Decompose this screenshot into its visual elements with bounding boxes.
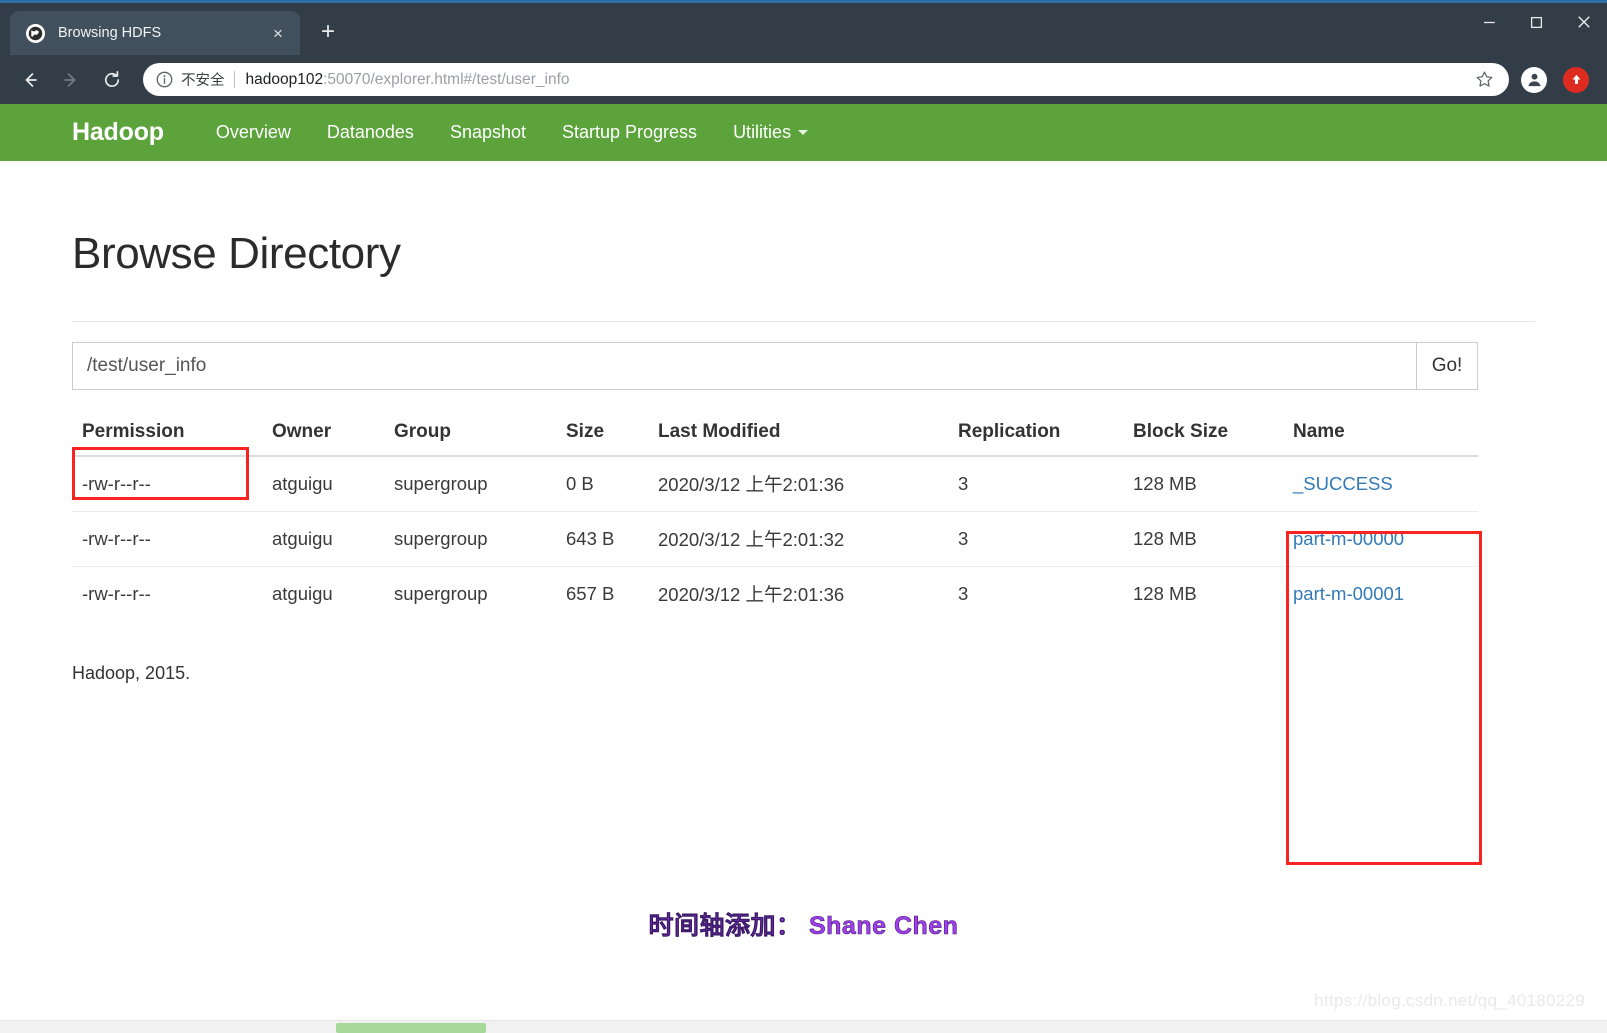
url-host: hadoop102 [245, 70, 324, 88]
minimize-window-button[interactable] [1466, 3, 1513, 41]
back-button-icon[interactable] [12, 62, 48, 98]
table-row: -rw-r--r-- atguigu supergroup 643 B 2020… [72, 511, 1478, 567]
omnibox-divider [233, 71, 235, 88]
annotation-signature: 时间轴添加： Shane Chen [648, 912, 959, 941]
column-header-block-size: Block Size [1123, 412, 1283, 457]
browser-tab[interactable]: Browsing HDFS × [10, 11, 300, 55]
profile-avatar-icon [1521, 66, 1547, 93]
cell-permission: -rw-r--r-- [72, 511, 262, 567]
column-header-permission: Permission [72, 412, 262, 457]
chevron-down-icon [798, 130, 809, 135]
path-input-group: Go! [72, 342, 1478, 390]
cell-last-modified: 2020/3/12 上午2:01:36 [648, 566, 948, 621]
cell-group: supergroup [384, 566, 556, 621]
cell-name: part-m-00000 [1283, 511, 1478, 567]
not-secure-info-icon[interactable] [155, 70, 174, 89]
cell-permission: -rw-r--r-- [82, 473, 151, 494]
column-header-last-modified: Last Modified [648, 412, 948, 457]
cell-name: part-m-00001 [1283, 566, 1478, 621]
page-title: Browse Directory [72, 229, 401, 278]
security-status-text: 不安全 [181, 73, 225, 89]
nav-label: Overview [215, 122, 291, 142]
cell-owner: atguigu [262, 566, 384, 621]
close-tab-icon[interactable]: × [266, 21, 290, 45]
file-link[interactable]: _SUCCESS [1293, 473, 1393, 494]
nav-item-utilities[interactable]: Utilities [715, 122, 826, 143]
maximize-window-button[interactable] [1513, 3, 1560, 41]
forward-button-icon[interactable] [53, 62, 89, 98]
table-head: Permission Owner Group Size Last Modifie… [72, 412, 1478, 457]
new-tab-button[interactable]: + [308, 12, 348, 52]
nav-item-datanodes[interactable]: Datanodes [309, 122, 432, 143]
nav-label: Datanodes [326, 122, 414, 142]
horizontal-scrollbar[interactable] [0, 1020, 1607, 1033]
browser-window: Browsing HDFS × + 不安全 hadoop102:50070/ex… [0, 0, 1607, 1033]
file-link[interactable]: part-m-00001 [1293, 583, 1404, 604]
cell-name: _SUCCESS [1283, 456, 1478, 512]
address-bar[interactable]: 不安全 hadoop102:50070/explorer.html#/test/… [143, 63, 1509, 96]
column-header-size: Size [556, 412, 648, 457]
table-row: -rw-r--r-- atguigu supergroup 0 B 2020/3… [72, 456, 1478, 512]
hadoop-navbar: Hadoop Overview Datanodes Snapshot Start… [0, 104, 1607, 161]
cell-replication: 3 [948, 511, 1123, 567]
directory-path-input[interactable] [72, 342, 1416, 390]
browser-toolbar: 不安全 hadoop102:50070/explorer.html#/test/… [0, 55, 1607, 104]
nav-item-overview[interactable]: Overview [198, 122, 309, 143]
window-accent-line [0, 0, 1607, 3]
column-header-owner: Owner [262, 412, 384, 457]
cell-group: supergroup [394, 473, 488, 494]
page-container: Browse Directory Go! Permission Owner Gr… [0, 229, 1607, 942]
page-footer: Hadoop, 2015. [72, 663, 191, 683]
directory-listing-table: Permission Owner Group Size Last Modifie… [72, 412, 1478, 621]
close-window-button[interactable] [1560, 3, 1607, 41]
nav-label: Snapshot [449, 122, 526, 142]
column-header-group: Group [384, 412, 556, 457]
cell-block-size: 128 MB [1133, 473, 1197, 494]
bookmark-star-icon[interactable] [1471, 67, 1497, 93]
url-text[interactable]: hadoop102:50070/explorer.html#/test/user… [246, 71, 1466, 89]
nav-label: Utilities [733, 122, 792, 142]
table-body: -rw-r--r-- atguigu supergroup 0 B 2020/3… [72, 456, 1478, 621]
cell-size: 0 B [566, 473, 594, 494]
window-controls [1466, 3, 1607, 41]
table-row: -rw-r--r-- atguigu supergroup 657 B 2020… [72, 566, 1478, 621]
csdn-watermark: https://blog.csdn.net/qq_40180229 [1314, 991, 1585, 1010]
cell-group: supergroup [384, 511, 556, 567]
browser-titlebar: Browsing HDFS × + [0, 0, 1607, 55]
cell-owner: atguigu [272, 473, 333, 494]
update-arrow-icon [1563, 66, 1589, 93]
cell-replication: 3 [958, 473, 969, 494]
cell-last-modified: 2020/3/12 上午2:01:32 [648, 511, 948, 567]
nav-label: Startup Progress [562, 122, 698, 142]
file-link[interactable]: part-m-00000 [1293, 528, 1404, 549]
go-button[interactable]: Go! [1416, 342, 1478, 390]
cell-size: 643 B [556, 511, 648, 567]
cell-permission: -rw-r--r-- [72, 566, 262, 621]
cell-owner: atguigu [262, 511, 384, 567]
url-path: :50070/explorer.html#/test/user_info [323, 70, 570, 88]
profile-avatar[interactable] [1517, 63, 1551, 97]
reload-button-icon[interactable] [94, 62, 130, 98]
globe-icon [26, 23, 45, 43]
table-header-row: Permission Owner Group Size Last Modifie… [72, 412, 1478, 457]
update-button[interactable] [1559, 63, 1593, 97]
hadoop-brand[interactable]: Hadoop [72, 118, 164, 147]
cell-block-size: 128 MB [1123, 511, 1283, 567]
title-divider [72, 321, 1535, 322]
cell-size: 657 B [556, 566, 648, 621]
tab-strip: Browsing HDFS × + [0, 0, 348, 55]
cell-block-size: 128 MB [1123, 566, 1283, 621]
page-viewport: Hadoop Overview Datanodes Snapshot Start… [0, 104, 1607, 1033]
column-header-replication: Replication [948, 412, 1123, 457]
nav-item-startup-progress[interactable]: Startup Progress [544, 122, 715, 143]
cell-replication: 3 [948, 566, 1123, 621]
column-header-name: Name [1283, 412, 1478, 457]
tab-title: Browsing HDFS [58, 25, 162, 41]
nav-item-snapshot[interactable]: Snapshot [432, 122, 544, 143]
cell-last-modified: 2020/3/12 上午2:01:36 [658, 474, 845, 495]
scrollbar-thumb[interactable] [336, 1023, 486, 1033]
